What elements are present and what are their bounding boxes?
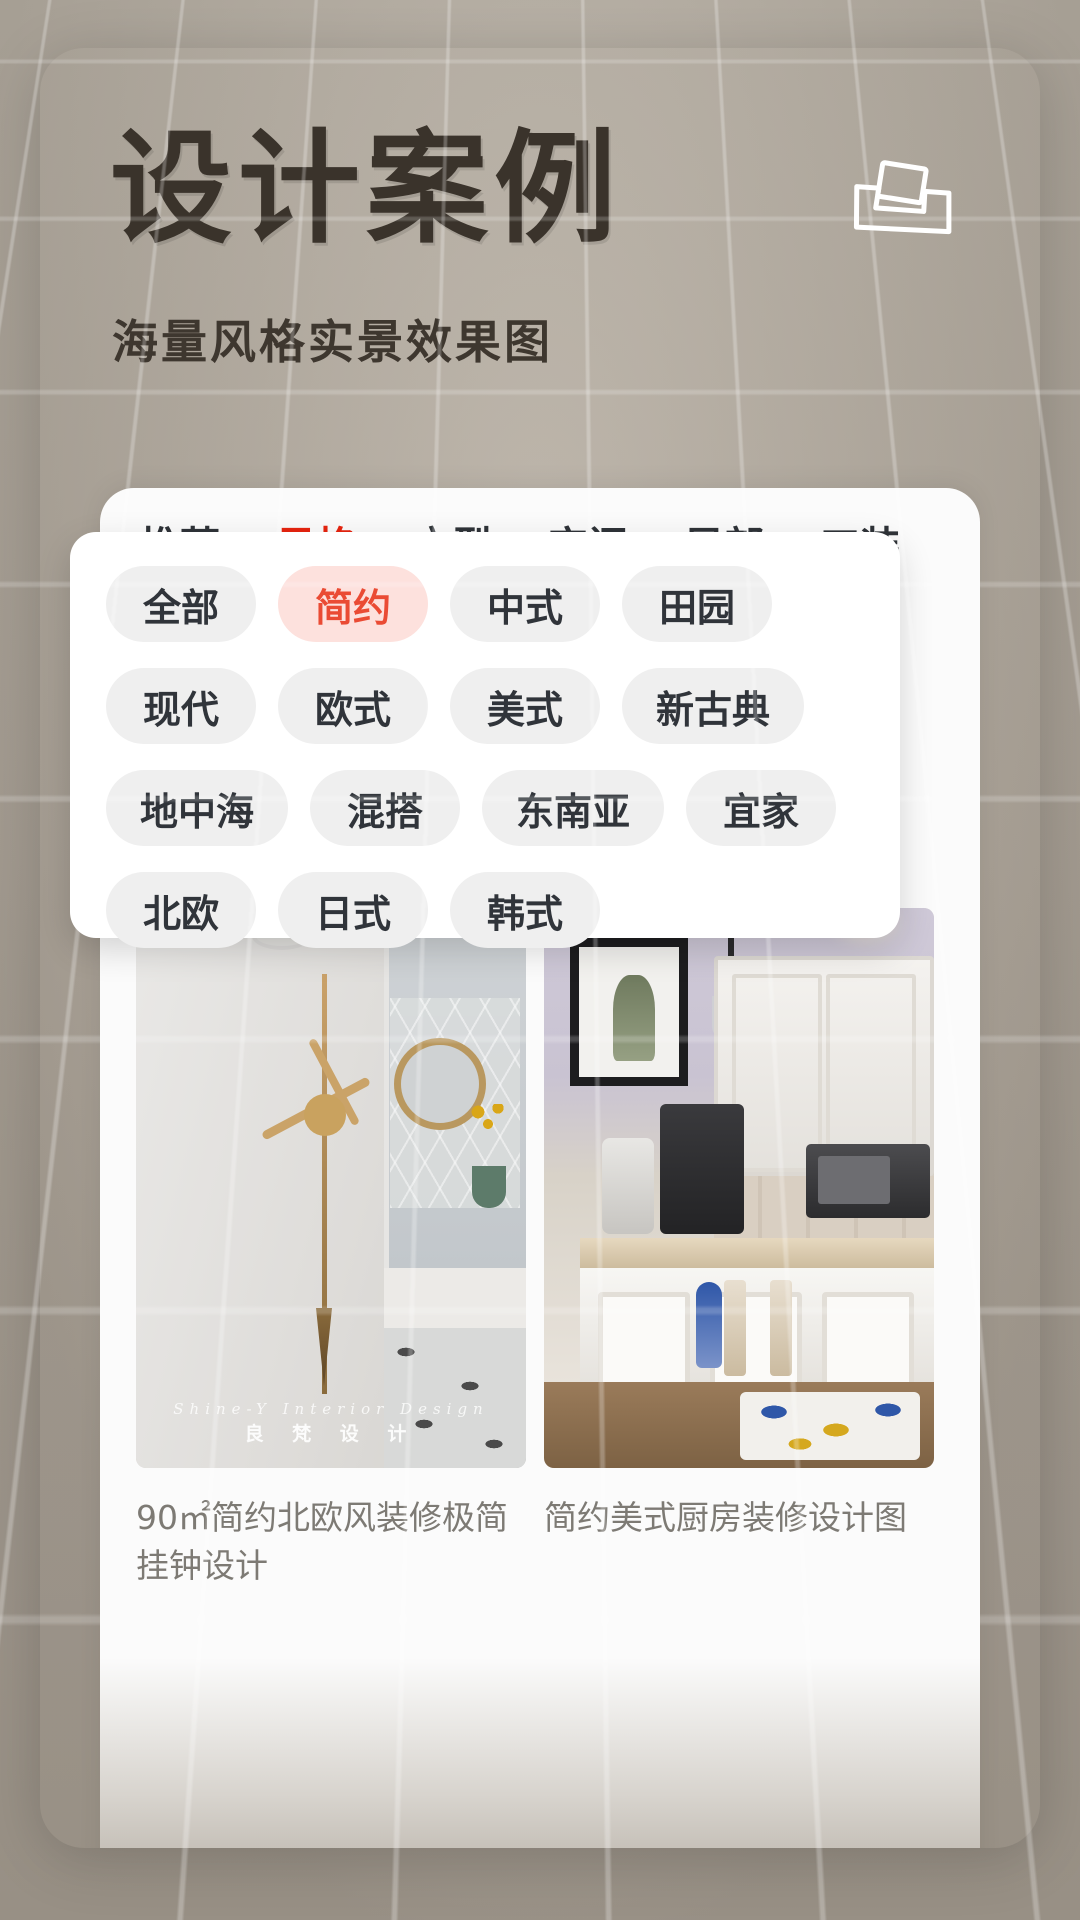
app-screen-card: 设计案例 海量风格实景效果图 推荐 风格 户型 空间 局部 工装 <box>40 48 1040 1848</box>
hero-header: 设计案例 海量风格实景效果图 <box>40 48 1040 498</box>
base-cabinets <box>580 1268 934 1382</box>
vase <box>472 1166 506 1208</box>
countertop <box>580 1238 934 1268</box>
upper-cabinets <box>714 956 934 1176</box>
page-subtitle: 海量风格实景效果图 <box>112 306 553 372</box>
case-caption: 90㎡简约北欧风装修极简挂钟设计 <box>136 1494 526 1590</box>
chip-japanese[interactable]: 日式 <box>278 872 428 948</box>
chip-mixed[interactable]: 混搭 <box>310 770 460 846</box>
case-card[interactable]: 简约美式厨房装修设计图 <box>544 908 934 1848</box>
fish-pattern-mat <box>740 1392 920 1460</box>
wall-art-frame <box>570 938 688 1086</box>
chip-all[interactable]: 全部 <box>106 566 256 642</box>
page-title: 设计案例 <box>110 128 622 250</box>
chip-pastoral[interactable]: 田园 <box>622 566 772 642</box>
chip-european[interactable]: 欧式 <box>278 668 428 744</box>
chip-korean[interactable]: 韩式 <box>450 872 600 948</box>
patterned-floor <box>384 1328 526 1468</box>
chip-nordic[interactable]: 北欧 <box>106 872 256 948</box>
chip-southeast-asia[interactable]: 东南亚 <box>482 770 664 846</box>
case-card[interactable]: Shine-Y Interior Design 良 梵 设 计 90㎡简约北欧风… <box>136 908 526 1848</box>
vanity-counter <box>384 1268 526 1328</box>
case-card-grid: Shine-Y Interior Design 良 梵 设 计 90㎡简约北欧风… <box>100 908 980 1848</box>
chip-modern[interactable]: 现代 <box>106 668 256 744</box>
case-caption: 简约美式厨房装修设计图 <box>544 1494 934 1542</box>
chip-neoclassical[interactable]: 新古典 <box>622 668 804 744</box>
case-thumbnail[interactable] <box>544 908 934 1468</box>
hanging-tassel <box>770 1280 792 1376</box>
sofa-icon <box>835 149 969 267</box>
hanging-tassel <box>724 1280 746 1376</box>
clock-hub <box>304 1094 346 1136</box>
chip-simple[interactable]: 简约 <box>278 566 428 642</box>
chip-american[interactable]: 美式 <box>450 668 600 744</box>
fish-ornament <box>696 1282 722 1368</box>
chip-ikea[interactable]: 宜家 <box>686 770 836 846</box>
case-thumbnail[interactable]: Shine-Y Interior Design 良 梵 设 计 <box>136 908 526 1468</box>
watermark-cn: 良 梵 设 计 <box>136 1419 526 1446</box>
watermark-en: Shine-Y Interior Design <box>136 1400 526 1418</box>
chip-row: 北欧 日式 韩式 <box>106 872 864 948</box>
chip-row: 地中海 混搭 东南亚 宜家 <box>106 770 864 846</box>
flowers <box>466 1104 512 1174</box>
style-filter-panel[interactable]: 全部 简约 中式 田园 现代 欧式 美式 新古典 地中海 混搭 东南亚 宜家 北… <box>70 532 900 938</box>
chip-row: 全部 简约 中式 田园 <box>106 566 864 642</box>
chip-mediterranean[interactable]: 地中海 <box>106 770 288 846</box>
coffee-machine <box>660 1104 744 1234</box>
chip-chinese[interactable]: 中式 <box>450 566 600 642</box>
microwave <box>806 1144 930 1218</box>
chip-row: 现代 欧式 美式 新古典 <box>106 668 864 744</box>
electric-kettle <box>602 1138 654 1234</box>
